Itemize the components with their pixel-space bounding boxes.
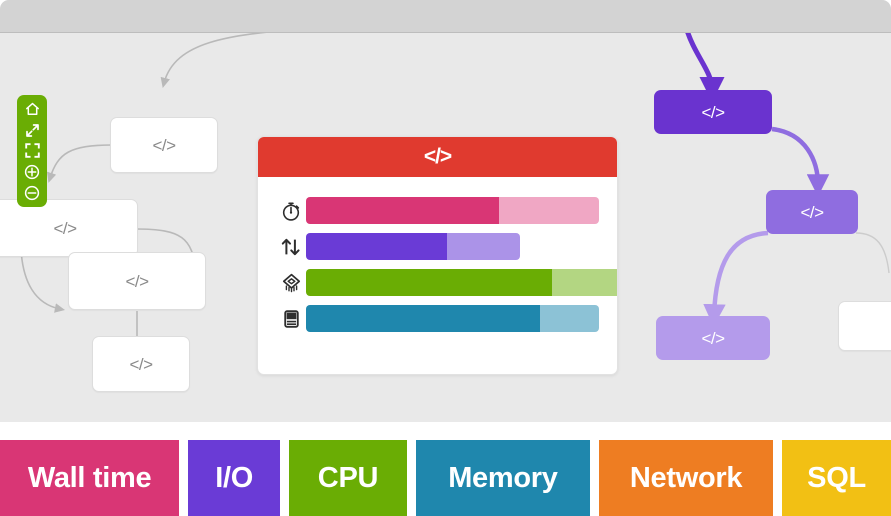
home-icon[interactable] [21, 100, 43, 119]
legend-swatch-sql[interactable]: SQL [782, 440, 891, 516]
graph-node-n1[interactable]: </> [110, 117, 218, 173]
stopwatch-icon [276, 197, 306, 224]
bar-cpu [306, 269, 617, 296]
bar-segment-used [306, 197, 500, 224]
node-code-glyph: </> [125, 271, 149, 291]
legend-label: Wall time [27, 461, 152, 494]
bar-segment-remaining [552, 269, 617, 296]
window-titlebar [0, 0, 891, 33]
node-code-glyph: </> [53, 218, 77, 238]
legend-gap [280, 440, 289, 516]
legend-label: CPU [317, 461, 379, 494]
legend-gap [773, 440, 782, 516]
io-arrows-icon [276, 233, 306, 260]
graph-node-n5[interactable]: </> [654, 90, 772, 134]
cpu-chip-icon [276, 269, 306, 296]
legend-gap [407, 440, 416, 516]
graph-node-n8-clipped[interactable] [838, 301, 891, 351]
metrics-card-body [258, 177, 617, 350]
legend-swatch-wall-time[interactable]: Wall time [0, 440, 180, 516]
bar-track-cpu [306, 269, 617, 296]
graph-node-n6[interactable]: </> [766, 190, 858, 234]
card-code-glyph: </> [423, 145, 452, 168]
metrics-card[interactable]: </> [257, 136, 618, 375]
metrics-card-header: </> [258, 137, 617, 177]
node-code-glyph: </> [152, 135, 176, 155]
fullscreen-icon[interactable] [21, 141, 43, 160]
fit-screen-icon[interactable] [21, 121, 43, 140]
legend-label: I/O [215, 461, 254, 494]
legend-swatch-io[interactable]: I/O [188, 440, 281, 516]
bar-io [306, 233, 520, 260]
bar-segment-used [306, 269, 553, 296]
graph-node-n4[interactable]: </> [92, 336, 190, 392]
metric-row-cpu [276, 269, 617, 296]
bar-wall-time [306, 197, 599, 224]
bar-track-memory [306, 305, 599, 332]
metric-row-memory [276, 305, 599, 332]
graph-canvas[interactable]: </> </> </> </> </> </> </> </> [0, 33, 891, 422]
node-code-glyph: </> [701, 102, 725, 122]
app-window: </> </> </> </> </> </> </> </> [0, 0, 891, 422]
zoom-in-icon[interactable] [21, 162, 43, 181]
canvas-zoom-toolbar[interactable] [17, 95, 47, 207]
bar-segment-used [306, 233, 447, 260]
legend-swatch-network[interactable]: Network [598, 440, 774, 516]
bar-memory [306, 305, 599, 332]
screenshot-root: </> </> </> </> </> </> </> </> Wall tim… [0, 0, 891, 516]
metric-row-wall-time [276, 197, 599, 224]
bar-segment-used [306, 305, 541, 332]
metric-row-io [276, 233, 599, 260]
zoom-out-icon[interactable] [21, 183, 43, 202]
graph-node-n7[interactable]: </> [656, 316, 770, 360]
legend-label: Network [629, 461, 743, 494]
legend-gap [590, 440, 599, 516]
legend-swatch-cpu[interactable]: CPU [289, 440, 407, 516]
bar-track-io [306, 233, 599, 260]
legend-swatch-memory[interactable]: Memory [415, 440, 591, 516]
node-code-glyph: </> [129, 354, 153, 374]
bar-segment-remaining [446, 233, 520, 260]
node-code-glyph: </> [701, 328, 725, 348]
legend-label: Memory [448, 461, 558, 494]
legend-label: SQL [807, 461, 866, 494]
memory-stack-icon [276, 305, 306, 332]
bar-track-wall-time [306, 197, 599, 224]
metric-legend: Wall time I/O CPU Memory Network SQL [0, 440, 891, 516]
legend-gap [179, 440, 188, 516]
node-code-glyph: </> [800, 202, 824, 222]
bar-segment-remaining [499, 197, 599, 224]
graph-node-n3[interactable]: </> [68, 252, 206, 310]
bar-segment-remaining [540, 305, 599, 332]
graph-node-n2[interactable]: </> [0, 199, 138, 257]
